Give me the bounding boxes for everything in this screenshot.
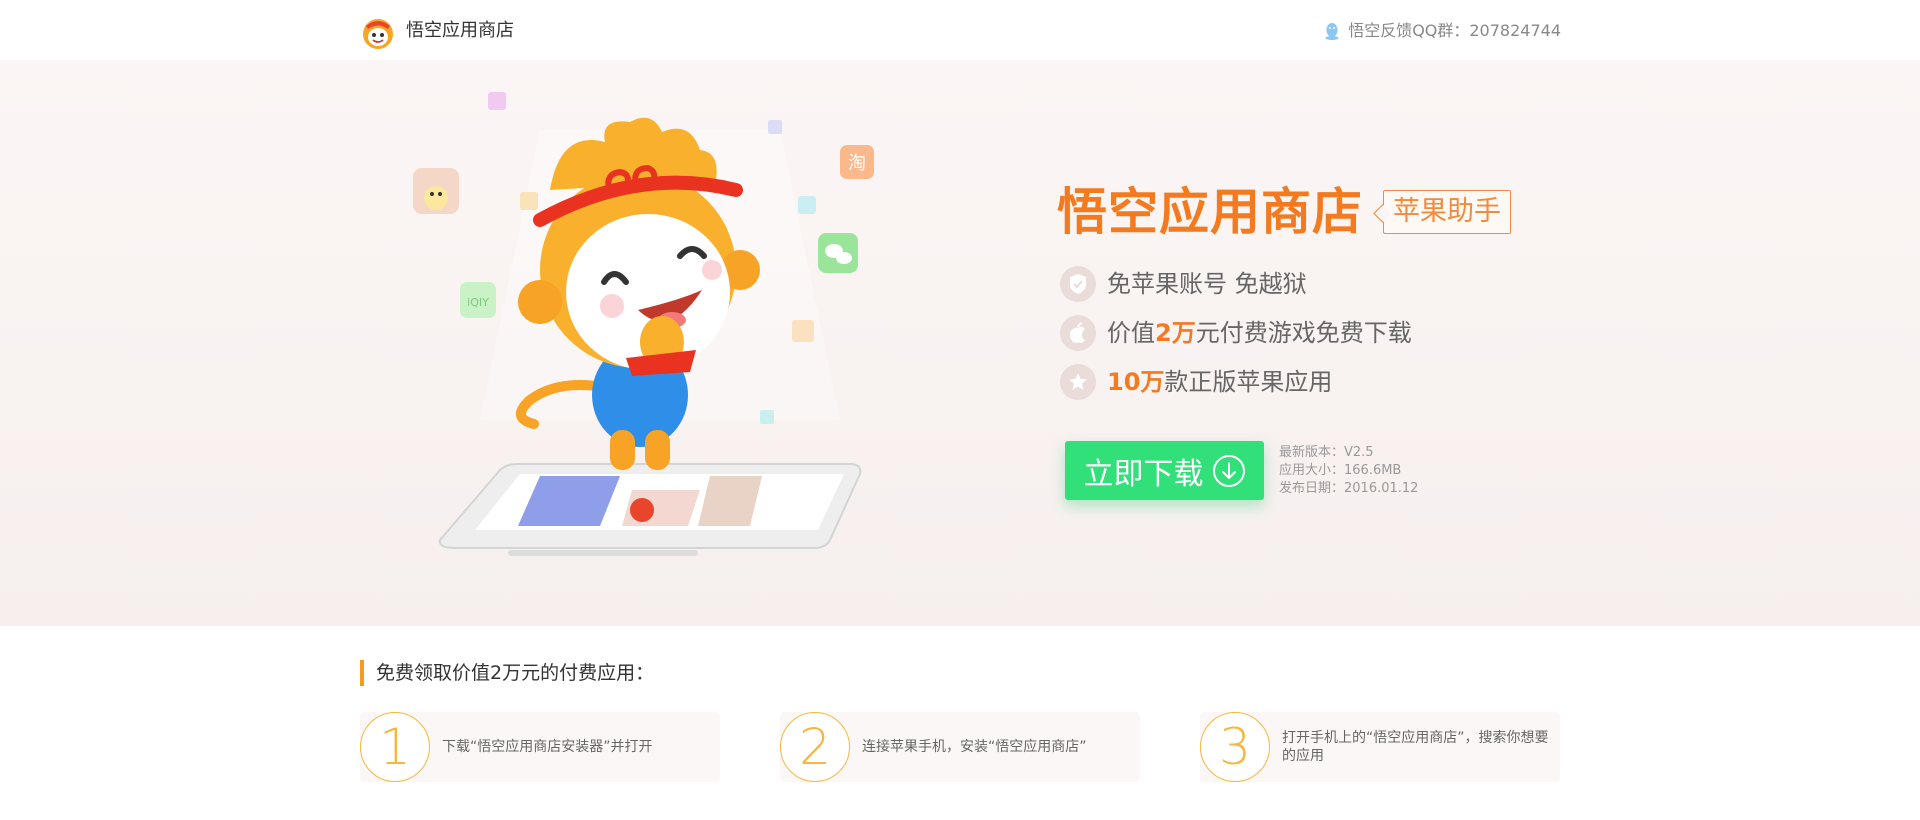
feedback-text: 悟空反馈QQ群：207824744 (1348, 21, 1561, 40)
svg-text:iQIY: iQIY (467, 296, 489, 309)
release-date: 发布日期：2016.01.12 (1279, 481, 1419, 496)
float-square (792, 320, 814, 342)
qq-penguin-icon (1325, 23, 1339, 40)
feature-no-apple-id: 免苹果账号 免越狱 (1060, 266, 1307, 302)
feature-highlight: 2万 (1155, 319, 1196, 347)
mascot-illustration: 淘 iQIY (413, 92, 874, 556)
float-square (798, 196, 816, 214)
apple-icon (1060, 315, 1096, 351)
app-title: 悟空应用商店 (1057, 183, 1363, 241)
iqiyi-app-icon: iQIY (460, 282, 496, 318)
feature-text-post: 元付费游戏免费下载 (1195, 319, 1412, 347)
top-header: 悟空应用商店 悟空反馈QQ群：207824744 (0, 0, 1920, 60)
step-text: 打开手机上的“悟空应用商店”，搜索你想要的应用 (1282, 730, 1549, 764)
step-text: 连接苹果手机，安装“悟空应用商店” (862, 739, 1087, 755)
feature-genuine-apps: 10万 款正版苹果应用 (1060, 364, 1332, 400)
title-row: 悟空应用商店 苹果助手 (1057, 180, 1511, 244)
step-card: 3 打开手机上的“悟空应用商店”，搜索你想要的应用 (1200, 712, 1560, 782)
float-square (488, 92, 506, 110)
float-square (520, 192, 538, 210)
taobao-app-icon: 淘 (840, 145, 874, 179)
shield-check-icon (1060, 266, 1096, 302)
feature-free-paid-games: 价值 2万 元付费游戏免费下载 (1060, 315, 1412, 351)
brand-name[interactable]: 悟空应用商店 (406, 18, 514, 44)
step-card: 2 连接苹果手机，安装“悟空应用商店” (780, 712, 1140, 782)
feedback-qq-group: 悟空反馈QQ群：207824744 (1324, 19, 1561, 43)
download-arrow-icon (1212, 454, 1245, 487)
feature-text-pre: 价值 (1107, 319, 1155, 347)
step-number: 1 (360, 712, 430, 782)
download-label: 立即下载 (1083, 456, 1204, 492)
feature-highlight: 10万 (1107, 368, 1165, 396)
step-number: 2 (780, 712, 850, 782)
float-square (760, 410, 774, 424)
svg-text:淘: 淘 (848, 153, 866, 174)
feature-text: 款正版苹果应用 (1164, 368, 1333, 396)
page: 悟空应用商店 悟空反馈QQ群：207824744 淘 iQIY 悟空应用商店 苹… (0, 0, 1920, 820)
star-icon (1060, 364, 1096, 400)
app-size: 应用大小：166.6MB (1279, 463, 1402, 478)
apple-helper-tag: 苹果助手 (1383, 190, 1511, 234)
iphone-illustration (438, 463, 862, 556)
float-square (768, 120, 782, 134)
version-info: 最新版本：V2.5 应用大小：166.6MB 发布日期：2016.01.12 (1279, 444, 1418, 498)
wechat-app-icon (818, 233, 858, 273)
hero-banner: 淘 iQIY 悟空应用商店 苹果助手 免苹果账号 免越狱 价值 2万 元付费游戏… (0, 60, 1920, 626)
steps-heading: 免费领取价值2万元的付费应用： (360, 660, 654, 686)
step-text: 下载“悟空应用商店安装器”并打开 (442, 739, 653, 755)
step-card: 1 下载“悟空应用商店安装器”并打开 (360, 712, 720, 782)
download-button[interactable]: 立即下载 (1065, 441, 1264, 500)
game-app-icon (413, 168, 459, 214)
monkey-logo-icon[interactable] (360, 14, 396, 50)
feature-text: 免苹果账号 免越狱 (1107, 270, 1307, 298)
step-number: 3 (1200, 712, 1270, 782)
latest-version: 最新版本：V2.5 (1279, 445, 1374, 460)
